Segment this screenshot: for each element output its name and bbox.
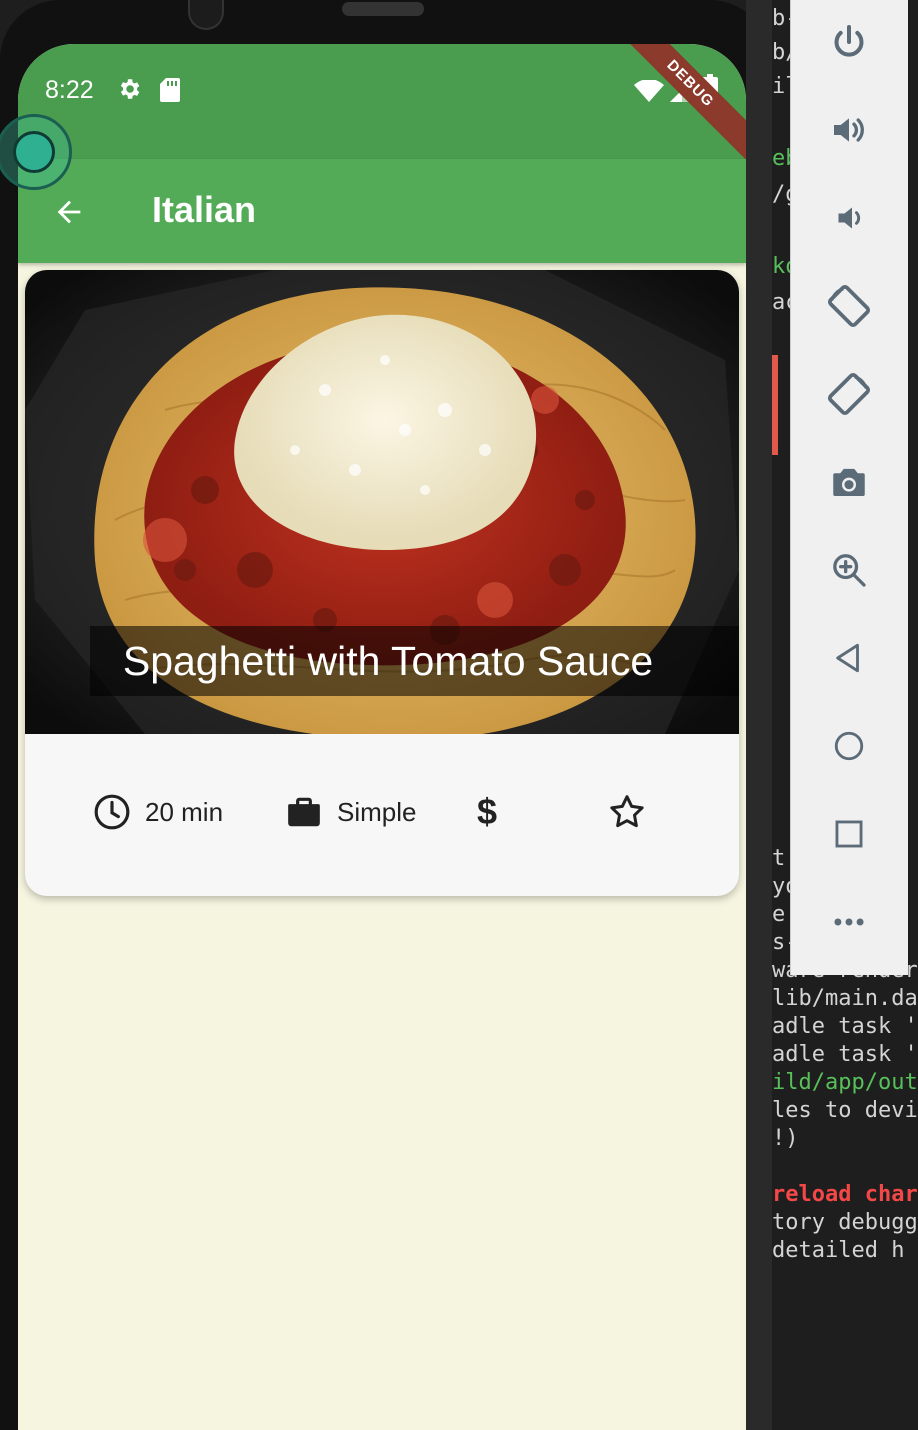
clock-icon [94, 794, 130, 830]
volume-down-button[interactable] [825, 194, 873, 242]
camera-icon [833, 468, 865, 496]
more-options-button[interactable] [825, 898, 873, 946]
terminal-line: t [772, 846, 786, 871]
complexity-text: Simple [337, 796, 417, 827]
more-icon [834, 918, 864, 926]
terminal-line: e [772, 902, 786, 927]
favorite-info[interactable] [607, 792, 647, 832]
zoom-button[interactable] [825, 546, 873, 594]
home-icon [834, 731, 864, 761]
affordability-info: $ [477, 791, 498, 832]
rotate-right-button[interactable] [825, 370, 873, 418]
page-title: Italian [152, 189, 257, 230]
volume-up-button[interactable] [825, 106, 873, 154]
phone-side-edge [746, 0, 772, 1430]
status-bar: 8:22 DEBUG [18, 44, 746, 165]
nav-overview-button[interactable] [825, 810, 873, 858]
power-icon [834, 25, 864, 57]
settings-gear-icon [120, 79, 140, 99]
rotate-left-button[interactable] [825, 282, 873, 330]
app-bar: Italian [18, 159, 746, 263]
touch-cursor-dot [13, 131, 55, 173]
back-icon [836, 643, 859, 673]
meal-title: Spaghetti with Tomato Sauce [122, 638, 654, 684]
terminal-line: ild/app/out [772, 1070, 918, 1095]
overview-icon [835, 820, 863, 848]
terminal-line: adle task ' [772, 1014, 918, 1039]
terminal-line: detailed h [772, 1238, 905, 1263]
terminal-line: !) [772, 1126, 799, 1151]
status-time: 8:22 [45, 76, 94, 104]
volume-down-icon [838, 207, 861, 229]
terminal-line: lib/main.da [772, 986, 918, 1011]
power-button[interactable] [825, 18, 873, 66]
terminal-line: reload char [772, 1182, 918, 1207]
earpiece-speaker [342, 2, 424, 16]
wifi-icon [634, 80, 664, 102]
terminal-line: tory debugg [772, 1210, 918, 1235]
sd-card-icon [160, 78, 180, 102]
screenshot-button[interactable] [825, 458, 873, 506]
phone-screen: 8:22 DEBUG Italian Spaghetti with Tomato… [18, 44, 746, 1430]
duration-info: 20 min [93, 792, 223, 832]
meal-meta-row: 20 min Simple $ [25, 734, 739, 896]
affordability-text: $ [477, 791, 498, 832]
briefcase-icon [288, 797, 320, 827]
duration-text: 20 min [145, 796, 224, 827]
zoom-icon [833, 554, 866, 587]
nav-home-button[interactable] [825, 722, 873, 770]
rotate-left-icon [827, 284, 871, 328]
volume-up-icon [834, 118, 864, 142]
rotate-right-icon [827, 372, 871, 416]
star-outline-icon[interactable] [607, 792, 647, 832]
meal-card[interactable]: Spaghetti with Tomato Sauce 20 min Simpl… [25, 270, 739, 896]
debug-banner: DEBUG [609, 44, 746, 165]
terminal-line: les to devi [772, 1098, 918, 1123]
terminal-line: adle task ' [772, 1042, 918, 1067]
complexity-info: Simple [285, 792, 416, 832]
emulator-control-panel [790, 0, 908, 975]
nav-back-button[interactable] [825, 634, 873, 682]
back-arrow-icon[interactable] [52, 195, 86, 229]
terminal-scroll-marker [772, 355, 778, 455]
